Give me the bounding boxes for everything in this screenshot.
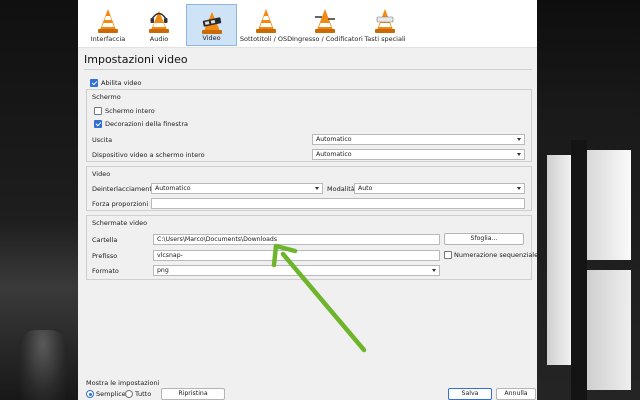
group-title: Schermo	[92, 93, 121, 101]
show-settings-label: Mostra le impostazioni	[86, 379, 160, 387]
mode-label: Modalità	[327, 185, 355, 193]
tab-hotkeys[interactable]: Tasti speciali	[359, 4, 411, 46]
group-title: Video	[92, 170, 111, 178]
mode-select[interactable]: Auto	[354, 183, 525, 194]
folder-input[interactable]: C:\Users\Marco\Documents\Downloads	[153, 234, 440, 245]
format-select[interactable]: png	[153, 265, 440, 276]
tab-label: Tasti speciali	[364, 35, 406, 43]
screen-group: Schermo Schermo intero Decorazioni della…	[86, 89, 532, 162]
preferences-dialog: Interfaccia Audio Video Sottotitoli / OS…	[78, 0, 538, 400]
background-window-frame	[571, 140, 587, 400]
tab-audio[interactable]: Audio	[135, 4, 183, 46]
cancel-button[interactable]: Annulla	[496, 388, 536, 400]
output-select-value: Automatico	[316, 136, 352, 143]
background-window	[587, 270, 631, 390]
video-cone-icon	[201, 12, 222, 34]
deinterlace-label: Deinterlacciamento	[92, 185, 156, 193]
group-title: Schermate video	[92, 219, 148, 227]
force-aspect-label: Forza proporzioni	[92, 200, 149, 208]
prefix-input[interactable]: vlcsnap-	[153, 250, 440, 261]
mode-select-value: Auto	[358, 185, 373, 192]
tab-input-codecs[interactable]: Ingresso / Codificatori	[292, 4, 363, 46]
background-object	[18, 330, 68, 400]
background-photo-right	[537, 0, 640, 400]
prefix-label: Prefisso	[92, 252, 118, 260]
hotkeys-cone-icon	[375, 9, 395, 33]
background-window	[587, 150, 631, 260]
output-select[interactable]: Automatico	[312, 134, 525, 145]
sequential-numbering-checkbox[interactable]	[444, 251, 452, 259]
chevron-down-icon	[517, 187, 521, 190]
fullscreen-device-select-value: Automatico	[316, 151, 352, 158]
simple-mode-radio[interactable]	[86, 390, 94, 398]
save-button[interactable]: Salva	[448, 388, 492, 400]
format-label: Formato	[92, 267, 119, 275]
input-codecs-cone-icon	[315, 9, 335, 33]
enable-video-label: Abilita video	[101, 79, 142, 87]
interface-cone-icon	[98, 9, 118, 33]
deinterlace-select-value: Automatico	[155, 185, 191, 192]
reset-preferences-button[interactable]: Ripristina preferenze	[161, 388, 225, 400]
fullscreen-device-select[interactable]: Automatico	[312, 149, 525, 160]
chevron-down-icon	[517, 138, 521, 141]
simple-mode-label: Semplice	[96, 390, 126, 398]
deinterlace-select[interactable]: Automatico	[151, 183, 323, 194]
divider	[84, 69, 532, 70]
format-select-value: png	[157, 267, 169, 274]
sequential-numbering-label: Numerazione sequenziale	[454, 251, 539, 259]
tab-label: Audio	[149, 35, 169, 43]
video-group: Video Deinterlacciamento Automatico Moda…	[86, 166, 532, 211]
force-aspect-input[interactable]	[151, 198, 525, 209]
snapshots-group: Schermate video Cartella C:\Users\Marco\…	[86, 215, 538, 280]
window-decorations-checkbox[interactable]	[94, 120, 102, 128]
chevron-down-icon	[517, 153, 521, 156]
chevron-down-icon	[432, 269, 436, 272]
window-decorations-label: Decorazioni della finestra	[105, 120, 188, 128]
fullscreen-checkbox[interactable]	[94, 107, 102, 115]
all-mode-label: Tutto	[135, 390, 152, 398]
subtitles-cone-icon	[256, 9, 276, 33]
tab-interface[interactable]: Interfaccia	[84, 4, 132, 46]
enable-video-checkbox[interactable]	[90, 79, 98, 87]
fullscreen-label: Schermo intero	[105, 107, 155, 115]
tab-label: Interfaccia	[90, 35, 126, 43]
browse-button[interactable]: Sfoglia...	[444, 233, 524, 245]
tab-video[interactable]: Video	[186, 4, 237, 46]
tab-label: Ingresso / Codificatori	[292, 35, 363, 43]
page-title: Impostazioni video	[84, 53, 188, 66]
folder-label: Cartella	[92, 236, 118, 244]
chevron-down-icon	[315, 187, 319, 190]
fullscreen-device-label: Dispositivo video a schermo intero	[92, 151, 205, 159]
background-window	[547, 155, 571, 365]
all-mode-radio[interactable]	[125, 390, 133, 398]
output-label: Uscita	[92, 136, 113, 144]
background-photo-left	[0, 0, 78, 400]
preferences-toolbar: Interfaccia Audio Video Sottotitoli / OS…	[78, 0, 537, 48]
audio-headphones-cone-icon	[149, 11, 169, 33]
tab-label: Sottotitoli / OSD	[239, 35, 293, 43]
tab-subtitles-osd[interactable]: Sottotitoli / OSD	[239, 4, 293, 46]
tab-label: Video	[202, 34, 221, 42]
